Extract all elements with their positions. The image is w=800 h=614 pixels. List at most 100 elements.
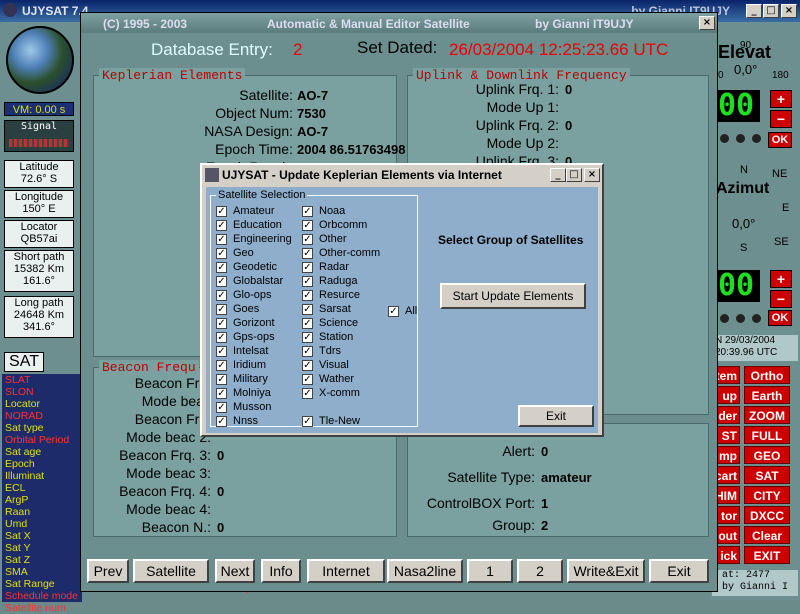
satellite-checkbox[interactable]: ✓ Amateur [216, 205, 275, 217]
satellite-checkbox-label: Station [319, 331, 354, 343]
all-checkbox[interactable]: ✓ All [388, 305, 417, 317]
bottom-button[interactable]: 1 [467, 559, 513, 583]
elevation-ok-button[interactable]: OK [768, 132, 792, 148]
bottom-button[interactable]: Exit [649, 559, 709, 583]
satellite-checkbox[interactable]: ✓ Military [216, 373, 268, 385]
minimize-button[interactable]: _ [746, 4, 762, 18]
satellite-checkbox[interactable]: ✓ Iridium [216, 359, 266, 371]
sat-field-label: ECL [5, 482, 26, 494]
satellite-checkbox[interactable]: ✓ Goes [216, 303, 259, 315]
keplerian-field-value[interactable]: 2004 86.51763498 [297, 142, 405, 157]
satellite-checkbox-label: Science [319, 317, 359, 329]
checkmark-icon: ✓ [216, 289, 227, 301]
red-button[interactable]: GEO [744, 446, 790, 464]
red-button[interactable]: FULL [744, 426, 790, 444]
red-button[interactable]: EXIT [744, 546, 790, 564]
keplerian-field-value[interactable]: 7530 [297, 106, 326, 121]
sat-field-list: SLAT SLON Locator NORAD Sat type Orbital Peri… [2, 374, 82, 614]
red-button[interactable]: Earth [744, 386, 790, 404]
led-dot [736, 134, 745, 143]
checkmark-icon: ✓ [216, 387, 227, 399]
red-button[interactable]: CITY [744, 486, 790, 504]
satellite-checkbox[interactable]: ✓ Wather [302, 373, 354, 385]
start-update-button[interactable]: Start Update Elements [440, 283, 586, 309]
dialog-minimize-button[interactable]: _ [550, 168, 566, 182]
satellite-checkbox[interactable]: ✓ Tdrs [302, 345, 341, 357]
satellite-checkbox[interactable]: ✓ Station [302, 331, 353, 343]
satellite-checkbox[interactable]: ✓ Raduga [302, 275, 358, 287]
set-dated-value: 26/03/2004 12:25:23.66 UTC [449, 40, 669, 59]
led-dot [752, 134, 761, 143]
bottom-button[interactable]: Next [215, 559, 255, 583]
keplerian-field-value[interactable]: AO-7 [297, 124, 328, 139]
azimuth-minus-button[interactable]: − [770, 290, 792, 308]
uplink-field-value[interactable]: 0 [565, 82, 572, 97]
satellite-checkbox[interactable]: ✓ Sarsat [302, 303, 351, 315]
sat-field-label: Epoch [5, 458, 35, 470]
satellite-checkbox[interactable]: ✓ Noaa [302, 205, 345, 217]
satellite-checkbox[interactable]: ✓ Engineering [216, 233, 292, 245]
satellite-checkbox-label: Other-comm [319, 247, 381, 259]
maximize-button[interactable]: □ [763, 4, 779, 18]
satellite-checkbox[interactable]: ✓ Other [302, 233, 347, 245]
dialog-title: UJYSAT - Update Keplerian Elements via I… [222, 168, 502, 182]
beacon-field-value[interactable]: 0 [217, 448, 224, 463]
satellite-checkbox[interactable]: ✓ Orbcomm [302, 219, 367, 231]
misc-field-value[interactable]: amateur [541, 470, 592, 485]
satellite-checkbox[interactable]: ✓ Science [302, 317, 358, 329]
bottom-button[interactable]: Write&Exit [567, 559, 645, 583]
satellite-checkbox[interactable]: ✓ Molniya [216, 387, 271, 399]
satellite-checkbox[interactable]: ✓ Glo-ops [216, 289, 272, 301]
dialog-exit-button[interactable]: Exit [518, 405, 594, 427]
red-button[interactable]: DXCC [744, 506, 790, 524]
bottom-button[interactable]: Info [261, 559, 301, 583]
dialog-close-button[interactable]: × [584, 168, 600, 182]
satellite-checkbox[interactable]: ✓ Gorizont [216, 317, 275, 329]
dialog-maximize-button[interactable]: □ [566, 168, 582, 182]
satellite-checkbox[interactable]: ✓ Geodetic [216, 261, 277, 273]
red-button[interactable]: Ortho [744, 366, 790, 384]
satellite-checkbox[interactable]: ✓ Resurce [302, 289, 360, 301]
red-button[interactable]: SAT [744, 466, 790, 484]
checkmark-icon: ✓ [302, 303, 313, 315]
satellite-checkbox[interactable]: ✓ Geo [216, 247, 254, 259]
azimuth-ok-button[interactable]: OK [768, 310, 792, 326]
elevation-plus-button[interactable]: + [770, 90, 792, 108]
satellite-checkbox[interactable]: ✓ Nnss [216, 415, 258, 427]
bottom-button[interactable]: Satellite [133, 559, 209, 583]
satellite-checkbox[interactable]: ✓ Education [216, 219, 282, 231]
checkmark-icon: ✓ [216, 247, 227, 259]
satellite-checkbox[interactable]: ✓ Intelsat [216, 345, 268, 357]
bottom-button[interactable]: Nasa2line [387, 559, 463, 583]
short-path-box: Short path 15382 Km 161.6° [4, 250, 74, 292]
close-button[interactable]: × [781, 4, 797, 18]
checkmark-icon: ✓ [216, 233, 227, 245]
bottom-button[interactable]: 2 [517, 559, 563, 583]
elevation-minus-button[interactable]: − [770, 110, 792, 128]
red-button[interactable]: Clear [744, 526, 790, 544]
satellite-checkbox-label: Raduga [319, 275, 358, 287]
satellite-checkbox[interactable]: ✓ X-comm [302, 387, 360, 399]
satellite-checkbox[interactable]: ✓ Tle-New [302, 415, 360, 427]
satellite-checkbox[interactable]: ✓ Visual [302, 359, 349, 371]
editor-close-button[interactable]: × [699, 16, 715, 30]
satellite-checkbox[interactable]: ✓ Radar [302, 261, 349, 273]
misc-field-value[interactable]: 1 [541, 496, 548, 511]
bottom-button[interactable]: Internet [307, 559, 385, 583]
misc-field-value[interactable]: 2 [541, 518, 548, 533]
satellite-checkbox[interactable]: ✓ Gps-ops [216, 331, 275, 343]
bottom-button[interactable]: Prev [87, 559, 129, 583]
keplerian-field-value[interactable]: AO-7 [297, 88, 328, 103]
misc-field-value[interactable]: 0 [541, 444, 548, 459]
beacon-field-value[interactable]: 0 [217, 484, 224, 499]
satellite-checkbox[interactable]: ✓ Other-comm [302, 247, 380, 259]
satellite-checkbox[interactable]: ✓ Globalstar [216, 275, 283, 287]
beacon-field-value[interactable]: 0 [217, 520, 224, 535]
longitude-label: Longitude [14, 191, 64, 203]
azimuth-plus-button[interactable]: + [770, 270, 792, 288]
uplink-field-value[interactable]: 0 [565, 118, 572, 133]
app-title: UJYSAT 7.4 [22, 4, 89, 18]
satellite-checkbox[interactable]: ✓ Musson [216, 401, 272, 413]
satellite-checkbox-label: Tle-New [319, 415, 360, 427]
red-button[interactable]: ZOOM [744, 406, 790, 424]
